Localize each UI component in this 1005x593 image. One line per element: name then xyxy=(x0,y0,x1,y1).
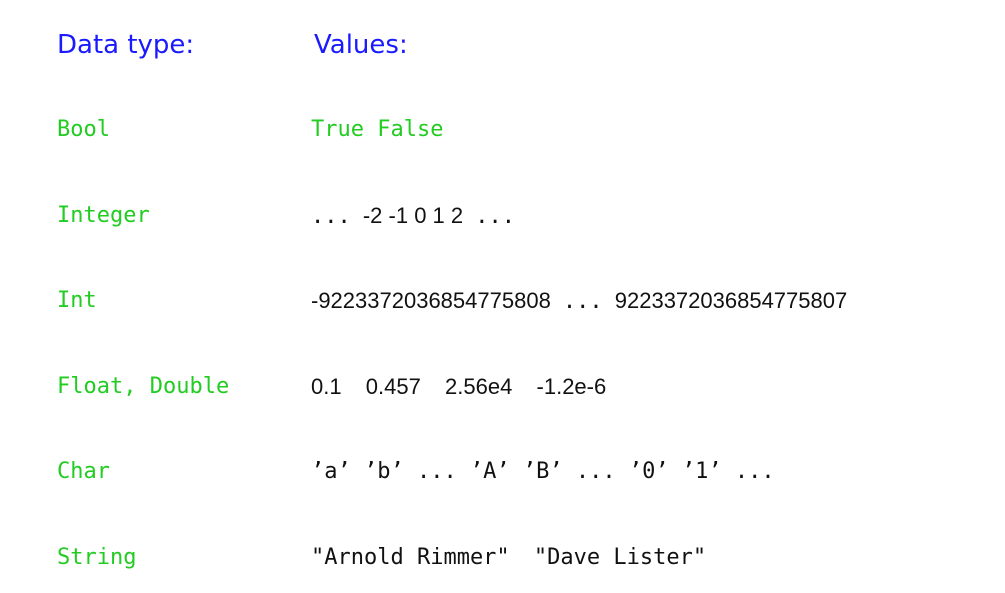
data-type-heading: Data type: xyxy=(57,30,195,60)
type-values: True False xyxy=(311,117,444,142)
value-item: "Arnold Rimmer" xyxy=(311,545,510,570)
value-item: 0.1 xyxy=(311,374,342,399)
table-row-integer: Integer ... -2 -1 0 1 2... xyxy=(0,196,1005,236)
values-heading: Values: xyxy=(314,30,408,60)
table-row-int: Int -9223372036854775808... 9223372036854… xyxy=(0,281,1005,321)
table-row-float-double: Float, Double 0.1 0.457 2.56e4 -1.2e-6 xyxy=(0,367,1005,407)
type-values: -9223372036854775808... 92233720368547758… xyxy=(311,281,847,322)
min-value: -9223372036854775808 xyxy=(311,288,551,313)
type-name: Bool xyxy=(57,117,110,142)
type-name: Int xyxy=(57,288,97,313)
type-values: ’a’ ’b’ ... ’A’ ’B’ ... ’0’ ’1’ ... xyxy=(311,459,775,484)
max-value: 9223372036854775807 xyxy=(614,288,848,313)
value-item: "Dave Lister" xyxy=(533,545,707,570)
type-name: Char xyxy=(57,459,110,484)
type-values: ... -2 -1 0 1 2... xyxy=(311,196,515,237)
table-row-string: String "Arnold Rimmer" "Dave Lister" xyxy=(0,538,1005,578)
ellipsis: ... xyxy=(475,204,515,229)
value-item: -1.2e-6 xyxy=(536,374,607,399)
table-row-char: Char ’a’ ’b’ ... ’A’ ’B’ ... ’0’ ’1’ ... xyxy=(0,452,1005,492)
value-range: -2 -1 0 1 2 xyxy=(362,203,464,228)
type-name: Float, Double xyxy=(57,374,230,399)
ellipsis: ... xyxy=(311,204,351,229)
value-item: 0.457 xyxy=(365,374,421,399)
type-values: 0.1 0.457 2.56e4 -1.2e-6 xyxy=(311,367,606,407)
table-row-bool: Bool True False xyxy=(0,110,1005,150)
type-values: "Arnold Rimmer" "Dave Lister" xyxy=(311,538,706,578)
ellipsis: ... xyxy=(562,289,603,314)
type-name: String xyxy=(57,545,137,570)
type-name: Integer xyxy=(57,203,150,228)
value-item: 2.56e4 xyxy=(445,374,513,399)
